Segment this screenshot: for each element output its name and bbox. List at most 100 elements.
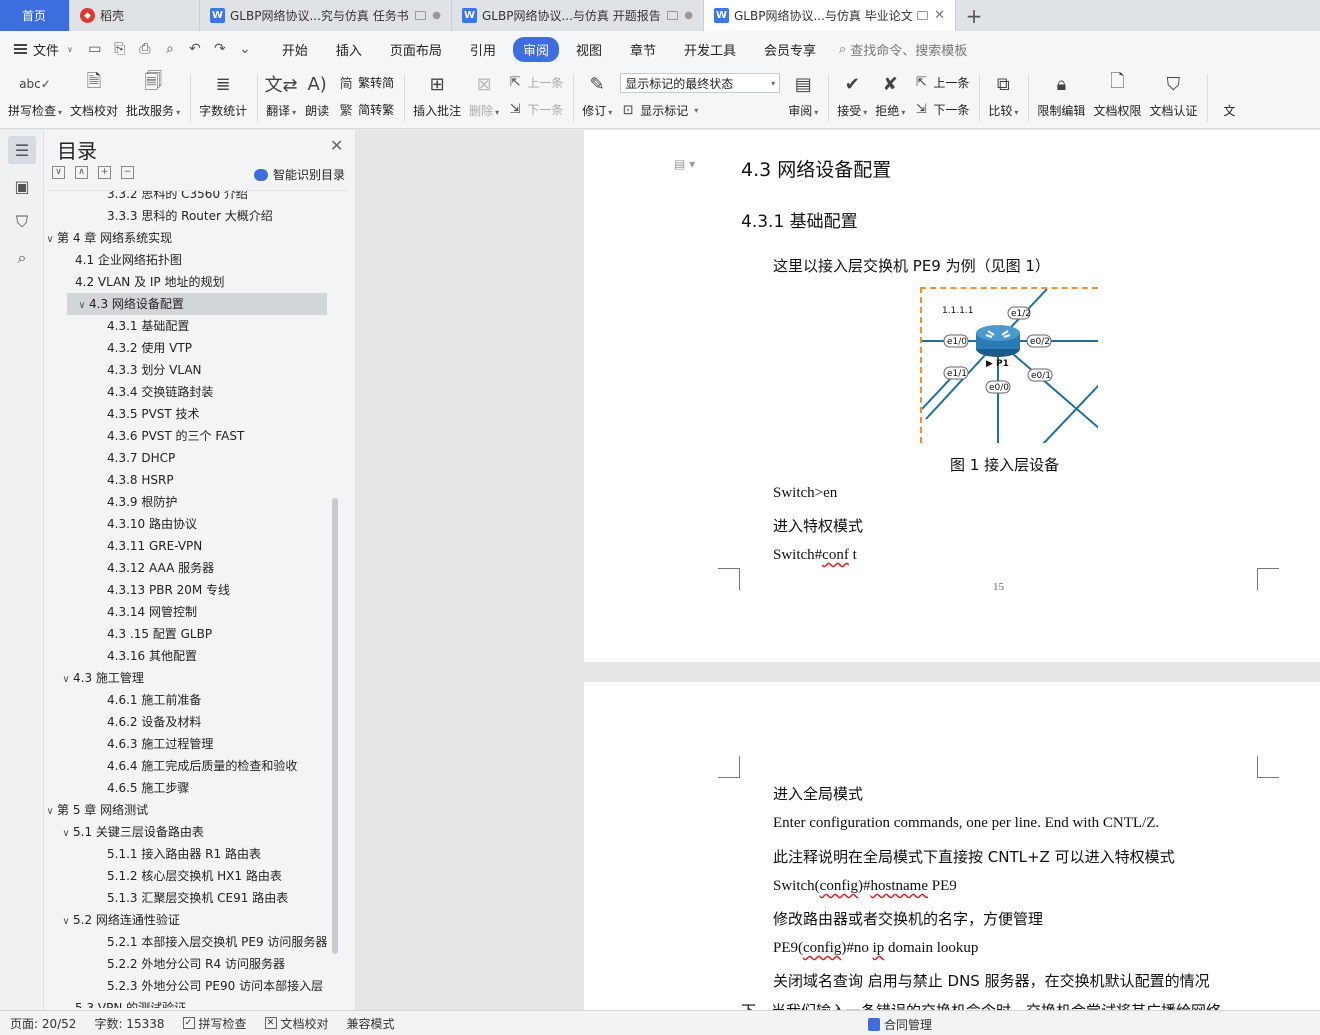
translate-button[interactable]: 文⇄ 翻译 ▾ xyxy=(265,67,298,119)
next-comment-button[interactable]: ⇲ 下一条 xyxy=(507,101,563,118)
menu-references[interactable]: 引用 xyxy=(459,36,507,63)
menu-page-layout[interactable]: 页面布局 xyxy=(379,36,453,63)
print-icon[interactable]: ⎙ xyxy=(137,41,153,57)
chevron-down-icon[interactable]: ∨ xyxy=(47,229,57,249)
toc-item[interactable]: 4.3.6 PVST 的三个 FAST xyxy=(107,425,332,447)
command-search[interactable]: ⌕ 查找命令、搜索模板 xyxy=(839,40,967,59)
toc-nav-button[interactable]: ☰ xyxy=(8,136,36,164)
tab-document-thesis[interactable]: W GLBP网络协议...与仿真 毕业论文 ✕ xyxy=(704,0,956,31)
toc-item[interactable]: 4.6.1 施工前准备 xyxy=(107,689,332,711)
toc-scrollbar[interactable] xyxy=(332,498,338,954)
prev-comment-button[interactable]: ⇱ 上一条 xyxy=(507,74,563,91)
tab-document-proposal[interactable]: W GLBP网络协议...与仿真 开题报告 ● xyxy=(452,0,704,31)
chevron-down-icon[interactable]: ∨ xyxy=(59,911,73,931)
show-markup-button[interactable]: ⊡ 显示标记 ▾ xyxy=(620,102,780,119)
toc-item[interactable]: 5.2.1 本部接入层交换机 PE9 访问服务器 xyxy=(107,931,332,953)
simp-to-trad-button[interactable]: 繁简转繁 xyxy=(338,100,395,119)
more-icon[interactable]: ⌄ xyxy=(237,41,253,57)
toc-item[interactable]: 4.3.5 PVST 技术 xyxy=(107,403,332,425)
reject-button[interactable]: ✘ 拒绝 ▾ xyxy=(875,67,905,119)
toc-item[interactable]: 4.3.14 网管控制 xyxy=(107,601,332,623)
markup-state-select[interactable]: 显示标记的最终状态 ▾ xyxy=(620,73,781,94)
toc-item[interactable]: 5.2.2 外地分公司 R4 访问服务器 xyxy=(107,953,332,975)
doc-permission-button[interactable]: 🗋 文档权限 xyxy=(1093,67,1141,119)
menu-home[interactable]: 开始 xyxy=(271,36,319,63)
accept-button[interactable]: ✔ 接受 ▾ xyxy=(837,67,867,119)
menu-developer[interactable]: 开发工具 xyxy=(673,36,747,63)
toc-item[interactable]: 5.1.2 核心层交换机 HX1 路由表 xyxy=(107,865,332,887)
review-pane-button[interactable]: ▤ 审阅 ▾ xyxy=(788,67,818,119)
toc-item[interactable]: 5.1.1 接入路由器 R1 路由表 xyxy=(107,843,332,865)
word-count-indicator[interactable]: 字数: 15338 xyxy=(94,1015,164,1032)
toc-item[interactable]: 3.3.2 思科的 C3560 介绍 xyxy=(107,191,332,205)
print-preview-icon[interactable]: ⌕ xyxy=(162,41,178,57)
smart-toc-button[interactable]: 智能识别目录 xyxy=(254,166,345,183)
contract-manage-button[interactable]: 合同管理 xyxy=(868,1016,932,1033)
chevron-down-icon[interactable]: ∨ xyxy=(59,669,73,689)
toc-item[interactable]: ∨ 5.1 关键三层设备路由表 xyxy=(59,821,316,843)
insert-comment-button[interactable]: ⊞ 插入批注 xyxy=(413,67,461,119)
toc-item[interactable]: 4.3.1 基础配置 xyxy=(107,315,332,337)
toc-item[interactable]: 4.3.7 DHCP xyxy=(107,447,332,469)
expand-icon[interactable]: ∧ xyxy=(75,166,88,179)
toc-item[interactable]: ∨ 5.2 网络连通性验证 xyxy=(59,909,316,931)
toc-item[interactable]: 4.6.2 设备及材料 xyxy=(107,711,332,733)
menu-section[interactable]: 章节 xyxy=(619,36,667,63)
trad-to-simp-button[interactable]: 简繁转简 xyxy=(338,73,395,92)
toc-item[interactable]: 4.6.5 施工步骤 xyxy=(107,777,332,799)
toc-item[interactable]: ∨ 4.3 网络设备配置 xyxy=(67,293,327,315)
paragraph-menu-icon[interactable]: ▤ ▾ xyxy=(674,157,695,171)
track-changes-button[interactable]: ✎ 修订 ▾ xyxy=(582,67,612,119)
add-icon[interactable]: + xyxy=(98,166,111,179)
toc-item[interactable]: 5.1.3 汇聚层交换机 CE91 路由表 xyxy=(107,887,332,909)
doc-proof-button[interactable]: 🗎 文档校对 xyxy=(70,67,118,119)
toc-item[interactable]: 4.3.8 HSRP xyxy=(107,469,332,491)
menu-insert[interactable]: 插入 xyxy=(325,36,373,63)
spell-check-button[interactable]: abc✓ 拼写检查 ▾ xyxy=(8,67,62,119)
toc-item[interactable]: 4.3.16 其他配置 xyxy=(107,645,332,667)
toc-item[interactable]: 4.3 .15 配置 GLBP xyxy=(107,623,332,645)
toc-item[interactable]: 4.6.3 施工过程管理 xyxy=(107,733,332,755)
find-nav-button[interactable]: ⌕ xyxy=(8,244,36,272)
undo-icon[interactable]: ↶ xyxy=(187,41,203,57)
file-menu[interactable]: 文件 ∨ xyxy=(14,40,73,59)
status-spell-check[interactable]: ✓ 拼写检查 xyxy=(182,1015,247,1032)
prev-revision-button[interactable]: ⇱ 上一条 xyxy=(913,74,969,91)
restrict-edit-button[interactable]: 🔒︎ 限制编辑 xyxy=(1037,67,1085,119)
next-revision-button[interactable]: ⇲ 下一条 xyxy=(913,101,969,118)
export-pdf-icon[interactable]: ⎘ xyxy=(112,41,128,57)
page-indicator[interactable]: 页面: 20/52 xyxy=(10,1015,76,1032)
save-icon[interactable]: ▭ xyxy=(87,41,103,57)
menu-view[interactable]: 视图 xyxy=(565,36,613,63)
toc-item[interactable]: 5.3 VPN 的测试验证 xyxy=(75,997,332,1008)
toc-item[interactable]: 4.3.13 PBR 20M 专线 xyxy=(107,579,332,601)
bookmark-nav-button[interactable]: ⛉ xyxy=(8,208,36,236)
toc-item[interactable]: ∨ 第 4 章 网络系统实现 xyxy=(47,227,316,249)
toc-item[interactable]: 4.2 VLAN 及 IP 地址的规划 xyxy=(75,271,332,293)
chevron-down-icon[interactable]: ∨ xyxy=(59,823,73,843)
doc-auth-button[interactable]: ⛉ 文档认证 xyxy=(1149,67,1197,119)
toc-item[interactable]: 4.3.4 交换链路封装 xyxy=(107,381,332,403)
menu-member[interactable]: 会员专享 xyxy=(753,36,827,63)
more-ribbon-button[interactable]: 文 xyxy=(1216,67,1242,119)
toc-item[interactable]: 4.3.12 AAA 服务器 xyxy=(107,557,332,579)
new-tab-button[interactable]: + xyxy=(956,0,992,31)
delete-comment-button[interactable]: ⊠ 删除 ▾ xyxy=(469,67,499,119)
redo-icon[interactable]: ↷ xyxy=(212,41,228,57)
chevron-down-icon[interactable]: ∨ xyxy=(75,295,89,315)
status-doc-proof[interactable]: ✕ 文档校对 xyxy=(264,1015,329,1032)
compare-button[interactable]: ⧉ 比较 ▾ xyxy=(988,67,1018,119)
tab-daoke[interactable]: ◆ 稻壳 xyxy=(70,0,200,31)
toc-item[interactable]: 3.3.3 思科的 Router 大概介绍 xyxy=(107,205,332,227)
remove-icon[interactable]: − xyxy=(121,166,134,179)
tab-document-task[interactable]: W GLBP网络协议...究与仿真 任务书 ● xyxy=(200,0,452,31)
toc-item[interactable]: 4.1 企业网络拓扑图 xyxy=(75,249,332,271)
chapter-nav-button[interactable]: ▣ xyxy=(8,172,36,200)
chevron-down-icon[interactable]: ∨ xyxy=(47,801,57,821)
toc-item[interactable]: 4.3.10 路由协议 xyxy=(107,513,332,535)
tab-home[interactable]: 首页 xyxy=(0,0,70,31)
toc-item[interactable]: ∨ 4.3 施工管理 xyxy=(59,667,316,689)
word-count-button[interactable]: ≣ 字数统计 xyxy=(199,67,247,119)
toc-item[interactable]: 4.3.2 使用 VTP xyxy=(107,337,332,359)
collapse-icon[interactable]: ∨ xyxy=(52,166,65,179)
